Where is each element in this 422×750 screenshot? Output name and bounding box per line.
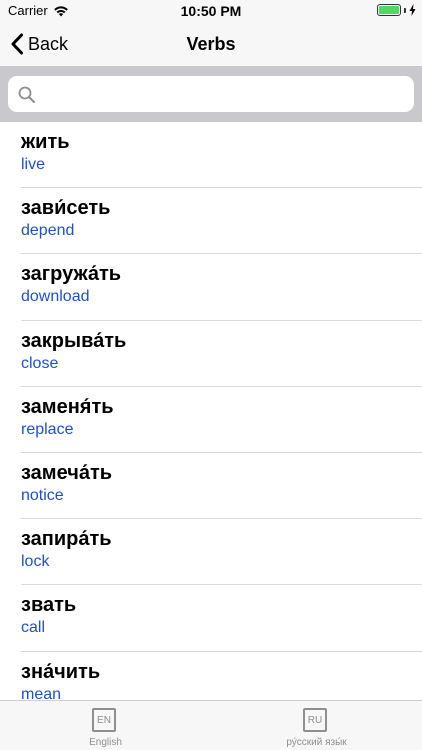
charging-bolt-icon bbox=[409, 4, 416, 16]
page-title: Verbs bbox=[186, 34, 236, 54]
list-item[interactable]: заменя́ть replace bbox=[0, 387, 422, 453]
list-item[interactable]: звать call bbox=[0, 585, 422, 652]
search-icon bbox=[18, 86, 35, 103]
verb-translation: download bbox=[21, 288, 90, 306]
verb-translation: live bbox=[21, 156, 46, 173]
tab-russian[interactable]: RU ру́сский язы́к bbox=[211, 701, 422, 750]
ru-language-icon: RU bbox=[303, 708, 327, 732]
search-field[interactable] bbox=[8, 76, 414, 112]
battery-icon bbox=[377, 4, 401, 16]
verb-word: заменя́ть bbox=[21, 395, 114, 418]
verb-word: запира́ть bbox=[21, 528, 112, 551]
list-item[interactable]: зна́чить mean bbox=[0, 652, 422, 701]
word-list: жить live зави́сеть depend загружа́ть downloa… bbox=[0, 122, 422, 700]
list-item[interactable]: загружа́ть download bbox=[0, 254, 422, 321]
verb-word: звать bbox=[21, 594, 77, 617]
list-item[interactable]: жить live bbox=[0, 122, 422, 189]
en-language-icon: EN bbox=[92, 708, 116, 732]
status-right bbox=[377, 4, 416, 16]
verb-translation: mean bbox=[21, 685, 62, 701]
verb-word: замеча́ть bbox=[21, 461, 113, 484]
search-bar bbox=[0, 66, 422, 122]
list-item[interactable]: закрыва́ть close bbox=[0, 321, 422, 387]
battery-cap bbox=[404, 7, 406, 13]
tab-bar: EN English RU ру́сский язы́к bbox=[0, 700, 422, 750]
verb-word: жить bbox=[21, 131, 70, 153]
navigation-bar: Back Verbs bbox=[0, 22, 422, 66]
tab-english-label: English bbox=[89, 737, 122, 748]
verb-translation: lock bbox=[21, 553, 50, 571]
verb-translation: notice bbox=[21, 486, 64, 504]
list-item[interactable]: замеча́ть notice bbox=[0, 453, 422, 520]
verb-translation: close bbox=[21, 354, 59, 372]
verb-word: закрыва́ть bbox=[21, 329, 127, 352]
verb-translation: replace bbox=[21, 420, 74, 438]
status-time: 10:50 PM bbox=[180, 3, 242, 19]
list-item[interactable]: запира́ть lock bbox=[0, 519, 422, 586]
status-bar: Carrier 10:50 PM bbox=[0, 0, 422, 22]
verb-word: зави́сеть bbox=[21, 197, 111, 220]
tab-english[interactable]: EN English bbox=[0, 701, 211, 750]
tab-russian-label: ру́сский язы́к bbox=[286, 737, 347, 748]
battery-fill bbox=[379, 6, 399, 14]
search-input[interactable] bbox=[44, 76, 404, 112]
verb-translation: call bbox=[21, 619, 46, 637]
verb-translation: depend bbox=[21, 222, 75, 240]
list-item[interactable]: зави́сеть depend bbox=[0, 188, 422, 255]
verb-word: зна́чить bbox=[21, 660, 101, 683]
verb-word: загружа́ть bbox=[21, 263, 122, 286]
